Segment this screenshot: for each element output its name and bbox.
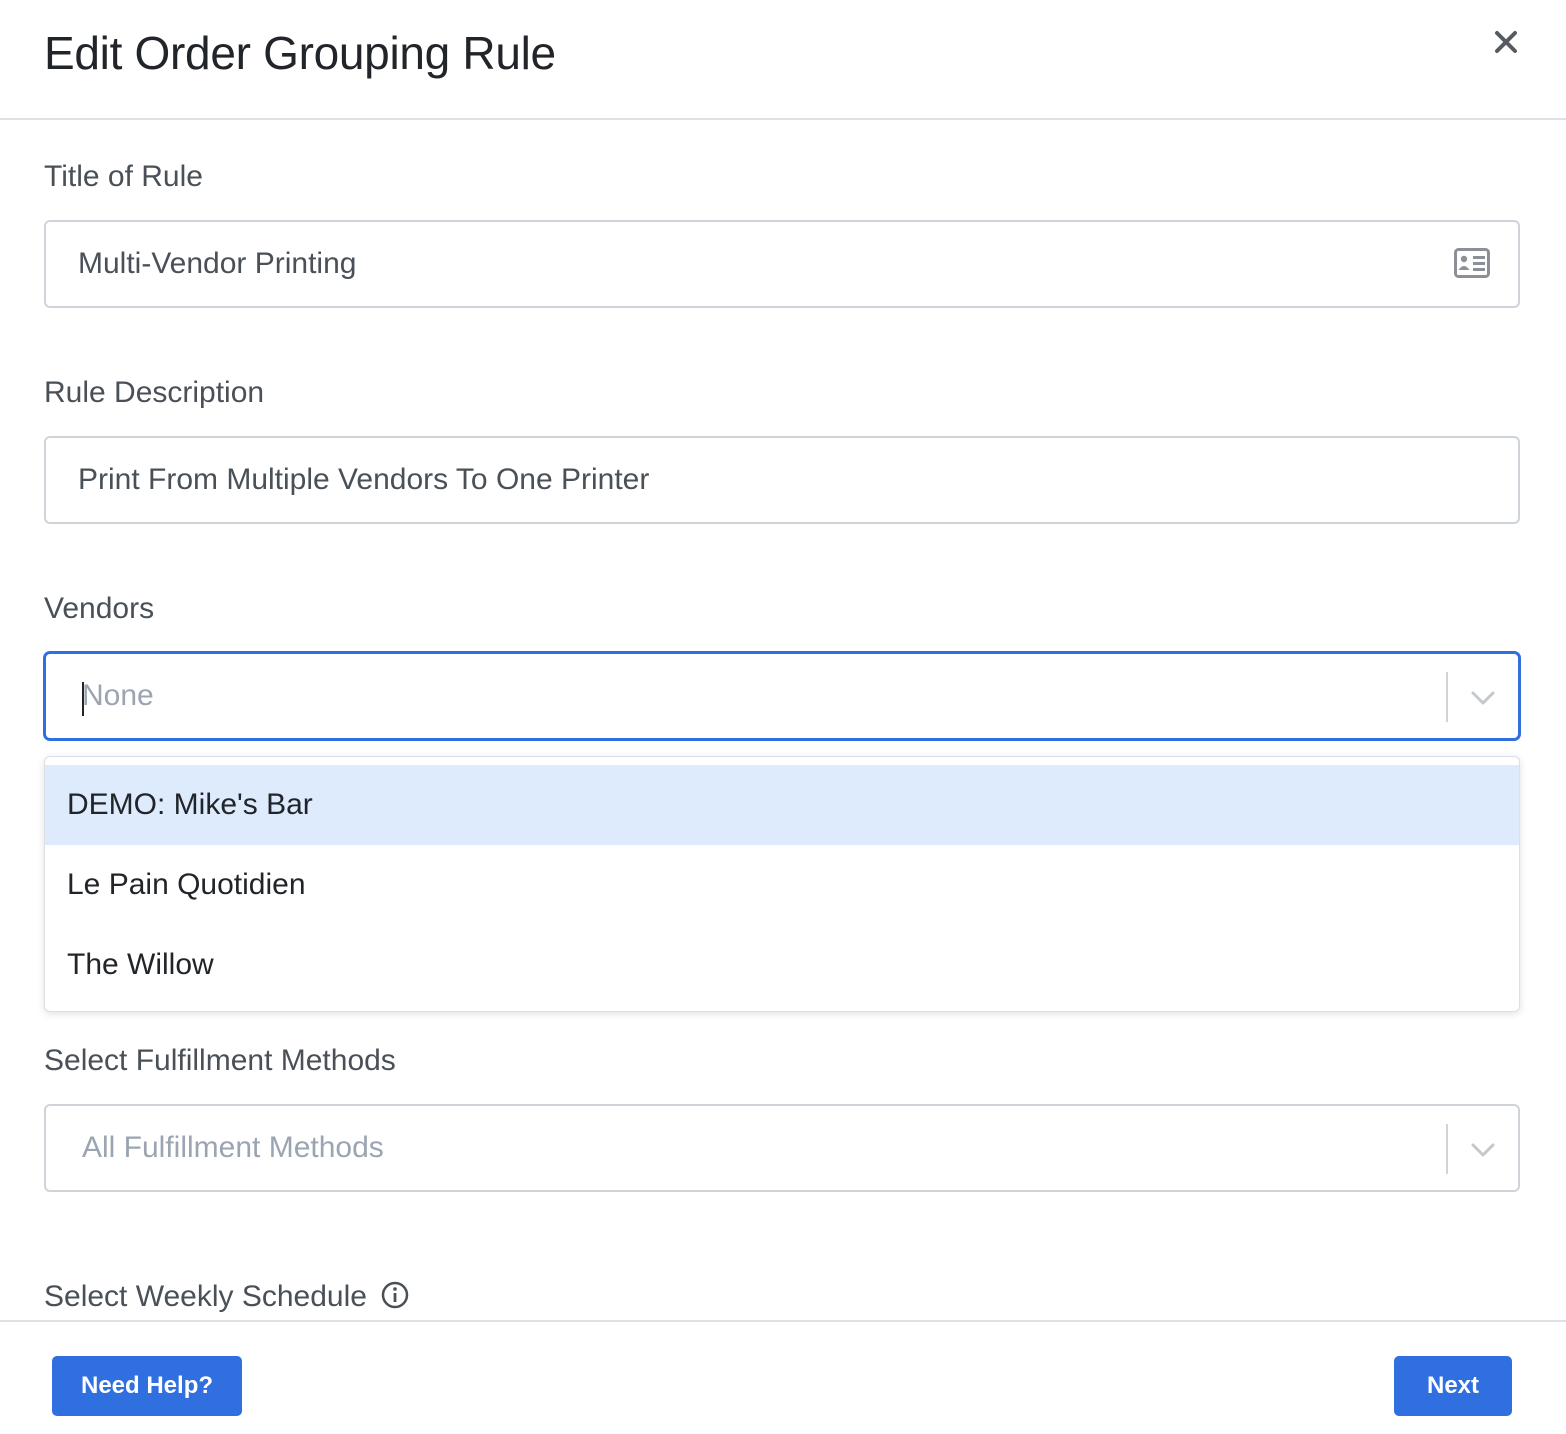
fulfillment-placeholder: All Fulfillment Methods: [82, 1131, 384, 1164]
select-separator: [1446, 1124, 1448, 1174]
dropdown-option-le-pain-quotidien[interactable]: Le Pain Quotidien: [45, 845, 1519, 925]
title-label: Title of Rule: [44, 160, 203, 193]
dropdown-option-the-willow[interactable]: The Willow: [45, 925, 1519, 1005]
title-input[interactable]: [44, 220, 1520, 308]
close-button[interactable]: [1484, 20, 1528, 64]
chevron-down-icon[interactable]: [1466, 1132, 1500, 1166]
modal-header: Edit Order Grouping Rule: [0, 0, 1566, 120]
fulfillment-label: Select Fulfillment Methods: [44, 1044, 396, 1077]
chevron-down-icon[interactable]: [1466, 680, 1500, 714]
vendors-select[interactable]: None: [44, 652, 1520, 740]
dropdown-option-mikes-bar[interactable]: DEMO: Mike's Bar: [45, 765, 1519, 845]
vendors-placeholder: None: [82, 679, 154, 712]
select-separator: [1446, 672, 1448, 722]
edit-rule-modal: Edit Order Grouping Rule Title of Rule R…: [0, 0, 1566, 1434]
description-input[interactable]: [44, 436, 1520, 524]
next-button[interactable]: Next: [1394, 1356, 1512, 1416]
schedule-label-row: Select Weekly Schedule: [44, 1280, 409, 1314]
info-icon[interactable]: [381, 1281, 409, 1309]
vendors-dropdown-menu: DEMO: Mike's Bar Le Pain Quotidien The W…: [44, 756, 1520, 1012]
contact-card-icon: [1454, 248, 1490, 278]
close-icon: [1495, 31, 1517, 53]
modal-title: Edit Order Grouping Rule: [44, 27, 556, 79]
fulfillment-select[interactable]: All Fulfillment Methods: [44, 1104, 1520, 1192]
modal-footer: Need Help? Next: [0, 1320, 1566, 1434]
vendors-label: Vendors: [44, 592, 155, 625]
need-help-button[interactable]: Need Help?: [52, 1356, 242, 1416]
schedule-label: Select Weekly Schedule: [44, 1280, 367, 1313]
description-label: Rule Description: [44, 376, 265, 409]
text-cursor: [82, 682, 84, 716]
